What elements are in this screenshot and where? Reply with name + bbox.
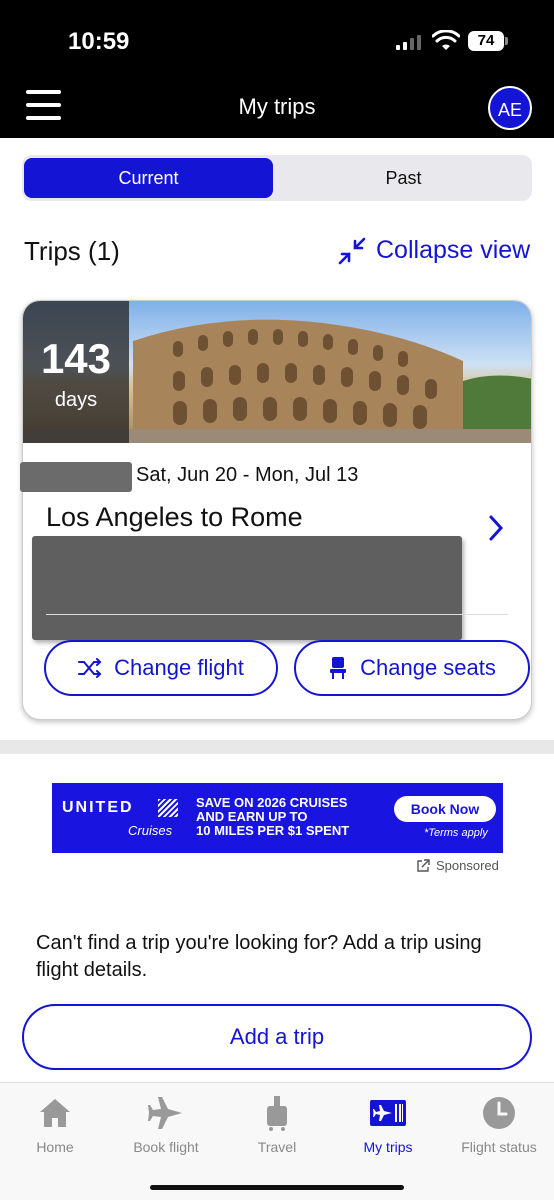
ad-headline-line: SAVE ON 2026 CRUISES [196, 795, 348, 810]
ad-book-now-button[interactable]: Book Now [394, 796, 496, 822]
ad-brand: UNITED [62, 799, 134, 816]
nav-my-trips[interactable]: My trips [333, 1093, 443, 1155]
collapse-icon [338, 237, 366, 264]
external-link-icon [417, 858, 430, 872]
cellular-signal-icon [396, 34, 421, 50]
trips-heading: Trips (1) [24, 236, 120, 266]
collapse-view-label: Collapse view [376, 236, 531, 264]
sponsored-link[interactable]: Sponsored [416, 858, 499, 873]
avatar[interactable]: AE [488, 86, 532, 130]
trip-tabs: Current Past [22, 155, 532, 201]
nav-label: Travel [257, 1139, 297, 1155]
days-countdown: 143 days [23, 301, 129, 443]
globe-logo-icon [158, 799, 178, 817]
ad-banner[interactable]: UNITED Cruises SAVE ON 2026 CRUISES AND … [52, 783, 503, 853]
days-count: 143 [40, 335, 112, 382]
battery-icon: 74 [468, 31, 504, 51]
redacted-block [20, 462, 132, 492]
nav-label: Book flight [133, 1139, 199, 1155]
ad-headline-line: AND EARN UP TO [196, 809, 308, 824]
boarding-pass-icon [370, 1100, 406, 1126]
ad-terms: *Terms apply [424, 827, 488, 839]
divider [46, 614, 508, 615]
chevron-right-icon[interactable] [488, 514, 504, 542]
home-indicator [150, 1185, 404, 1190]
ad-headline: SAVE ON 2026 CRUISES AND EARN UP TO 10 M… [196, 796, 396, 838]
nav-home[interactable]: Home [0, 1093, 110, 1155]
shuffle-icon [78, 658, 102, 678]
nav-flight-status[interactable]: Flight status [444, 1093, 554, 1155]
section-separator [0, 740, 554, 754]
clock-icon [483, 1097, 515, 1129]
status-time: 10:59 [68, 28, 130, 55]
bottom-nav: Home Book flight Travel My trips Flight … [0, 1082, 554, 1200]
wifi-icon [432, 30, 460, 50]
nav-travel[interactable]: Travel [222, 1093, 332, 1155]
trip-dates: Sat, Jun 20 - Mon, Jul 13 [136, 464, 359, 486]
change-seats-label: Change seats [360, 655, 496, 680]
seat-icon [330, 657, 347, 679]
nav-label: Flight status [461, 1139, 537, 1155]
home-icon [40, 1099, 70, 1127]
page-title: My trips [238, 94, 316, 119]
destination-image: 143 days [23, 301, 531, 443]
nav-label: My trips [363, 1139, 413, 1155]
top-bar: 10:59 74 My trips AE [0, 0, 554, 138]
change-flight-label: Change flight [114, 655, 244, 680]
nav-book-flight[interactable]: Book flight [111, 1093, 221, 1155]
change-seats-button[interactable]: Change seats [294, 640, 530, 696]
change-flight-button[interactable]: Change flight [44, 640, 278, 696]
tab-current[interactable]: Current [24, 158, 273, 198]
add-trip-prompt: Can't find a trip you're looking for? Ad… [36, 932, 482, 981]
collapse-view-button[interactable]: Collapse view [338, 236, 530, 265]
add-trip-button[interactable]: Add a trip [22, 1004, 532, 1070]
airplane-icon [148, 1097, 182, 1129]
battery-tip [505, 37, 508, 45]
tab-past[interactable]: Past [277, 158, 530, 198]
trip-route: Los Angeles to Rome [46, 502, 303, 532]
days-label: days [54, 389, 98, 411]
ad-headline-line: 10 MILES PER $1 SPENT [196, 823, 350, 838]
nav-label: Home [36, 1139, 74, 1155]
sponsored-label: Sponsored [436, 858, 499, 873]
ad-sub-brand: Cruises [128, 823, 173, 838]
redacted-block [32, 536, 462, 640]
luggage-icon [267, 1096, 287, 1131]
